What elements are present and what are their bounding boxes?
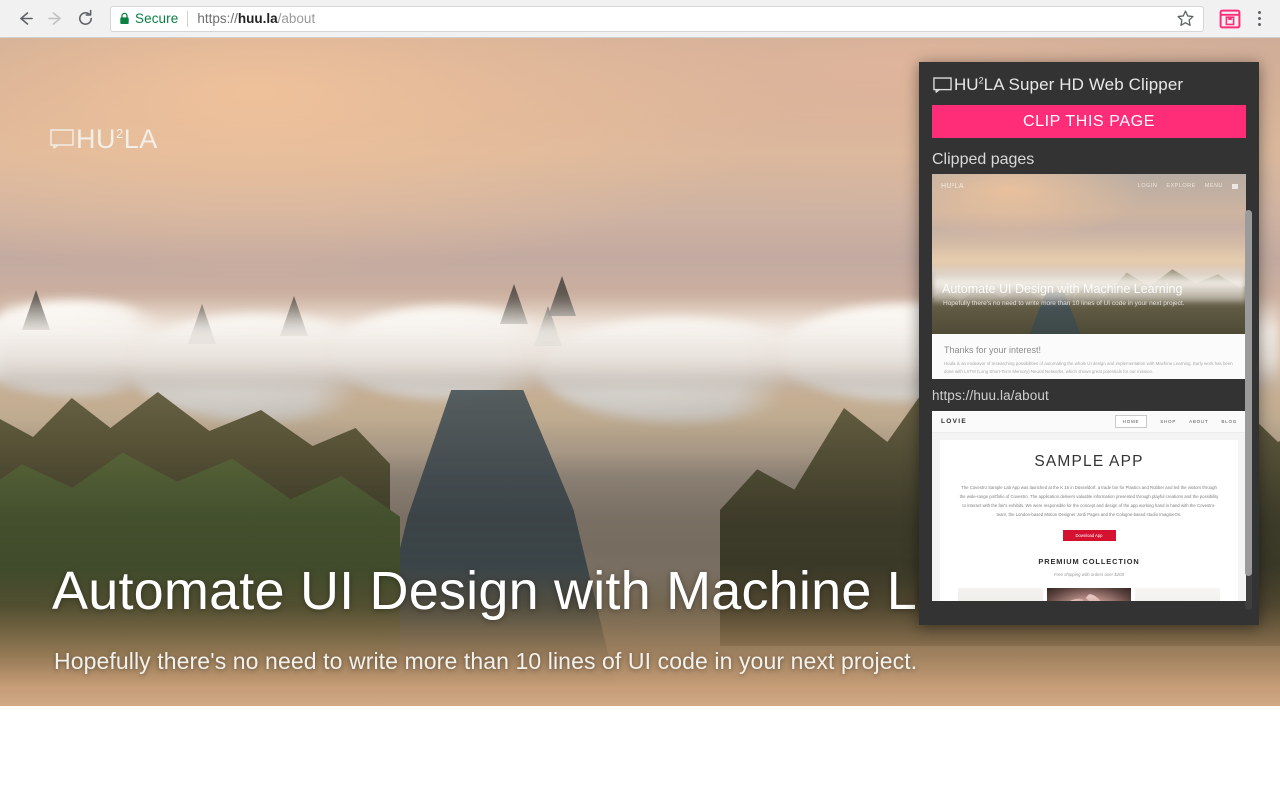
thumb-collection-heading: PREMIUM COLLECTION <box>1038 557 1140 567</box>
lock-icon <box>120 12 129 24</box>
kebab-menu-icon <box>1257 11 1261 14</box>
bookmark-button[interactable] <box>1176 9 1195 28</box>
clip-this-page-button[interactable]: CLIP THIS PAGE <box>932 105 1246 138</box>
web-clipper-extension-button[interactable] <box>1216 5 1244 33</box>
clipped-pages-label: Clipped pages <box>932 151 1035 168</box>
site-logo-text: HU2LA <box>76 124 158 154</box>
site-logo[interactable]: HU2LA <box>50 126 158 153</box>
product-image-fur <box>1135 588 1221 601</box>
screen-outline-icon <box>50 129 74 149</box>
popup-scrollbar-thumb[interactable] <box>1245 210 1252 576</box>
popup-header: HU2LA Super HD Web Clipper <box>919 62 1259 105</box>
thumb-download-button: Download App <box>1062 530 1116 542</box>
thumb-hero-title: Automate UI Design with Machine Learning <box>942 282 1183 296</box>
thumb-nav-about: ABOUT <box>1189 419 1209 424</box>
thumb-collection-note: Free shipping with orders over $200 <box>1053 572 1125 578</box>
thumb-heading: SAMPLE APP <box>1034 453 1144 470</box>
url-text: https://huu.la/about <box>197 11 315 26</box>
star-icon <box>1177 10 1194 26</box>
browser-toolbar: Secure https://huu.la/about <box>0 0 1280 38</box>
thumb-nav-login: LOGIN <box>1137 183 1158 189</box>
product-image-flower <box>1046 588 1132 601</box>
thumb-body: Thanks for your interest! Huula is an en… <box>932 334 1246 379</box>
back-button[interactable] <box>10 4 40 34</box>
thumb-body-text: Huula is an endeavor of researching poss… <box>944 361 1233 374</box>
reload-icon <box>78 9 92 25</box>
clipped-pages-list[interactable]: HU²LA LOGIN EXPLORE MENU Automate UI Des… <box>919 174 1259 625</box>
screen-outline-icon <box>933 77 952 93</box>
thumb-nav-menu: MENU <box>1204 183 1223 189</box>
thumb-body-text: The Covestro Sample Lab App was launched… <box>959 485 1219 518</box>
petal <box>1085 592 1104 601</box>
reload-button[interactable] <box>70 4 100 34</box>
popup-title: HU2LA Super HD Web Clipper <box>954 75 1184 94</box>
clip-url[interactable]: https://huu.la/about <box>932 379 1246 411</box>
thumb-nav-blog: BLOG <box>1221 419 1237 424</box>
clipped-page-item[interactable]: HU²LA LOGIN EXPLORE MENU Automate UI Des… <box>919 174 1259 411</box>
thumb-hero <box>932 174 1246 334</box>
kebab-menu-icon <box>1257 17 1261 20</box>
web-clipper-extension-icon <box>1219 9 1241 28</box>
thumb-nav: HOME SHOP ABOUT BLOG <box>1114 415 1237 428</box>
hero-subtitle: Hopefully there's no need to write more … <box>54 648 918 674</box>
petal <box>1061 596 1085 601</box>
thumb-content-card: SAMPLE APP The Covestro Sample Lab App w… <box>940 440 1238 601</box>
thumb-nav-explore: EXPLORE <box>1166 183 1196 189</box>
thumb-site-logo: LOVIE <box>941 418 968 425</box>
thumb-navbar: LOVIE HOME SHOP ABOUT BLOG <box>932 411 1246 433</box>
clipped-page-item[interactable]: LOVIE HOME SHOP ABOUT BLOG SAMPLE APP Th… <box>919 411 1259 601</box>
hero-headline: Automate UI Design with Machine Le <box>52 561 948 621</box>
product-image-cabinet <box>958 588 1043 601</box>
clip-thumbnail[interactable]: LOVIE HOME SHOP ABOUT BLOG SAMPLE APP Th… <box>932 411 1246 601</box>
omnibox-divider <box>187 10 189 27</box>
browser-menu-button[interactable] <box>1248 5 1270 33</box>
thumb-product-grid <box>958 588 1221 601</box>
thumb-site-logo: HU²LA <box>941 183 965 190</box>
logo-superscript: 2 <box>116 126 124 141</box>
web-clipper-popup: HU2LA Super HD Web Clipper CLIP THIS PAG… <box>919 62 1259 625</box>
hamburger-icon <box>1232 183 1238 189</box>
forward-arrow-icon <box>47 12 61 25</box>
thumb-nav: LOGIN EXPLORE MENU <box>1138 183 1238 189</box>
clip-thumbnail[interactable]: HU²LA LOGIN EXPLORE MENU Automate UI Des… <box>932 174 1246 379</box>
back-arrow-icon <box>19 12 33 25</box>
thumb-nav-shop: SHOP <box>1160 419 1177 424</box>
thumb-hero-subtitle: Hopefully there's no need to write more … <box>943 300 1185 307</box>
url-path: /about <box>277 11 316 26</box>
secure-label: Secure <box>135 11 179 26</box>
thumb-section-heading: Thanks for your interest! <box>944 345 1042 355</box>
url-scheme: https:// <box>197 11 238 26</box>
thumb-nav-home: HOME <box>1114 415 1148 428</box>
address-bar[interactable]: Secure https://huu.la/about <box>110 5 1204 32</box>
page-viewport: HU2LA Automate UI Design with Machine Le… <box>0 38 1280 800</box>
url-domain: huu.la <box>237 11 278 26</box>
forward-button[interactable] <box>40 4 70 34</box>
security-indicator[interactable]: Secure <box>119 11 178 26</box>
popup-scrollbar[interactable] <box>1245 210 1252 610</box>
kebab-menu-icon <box>1257 23 1261 26</box>
